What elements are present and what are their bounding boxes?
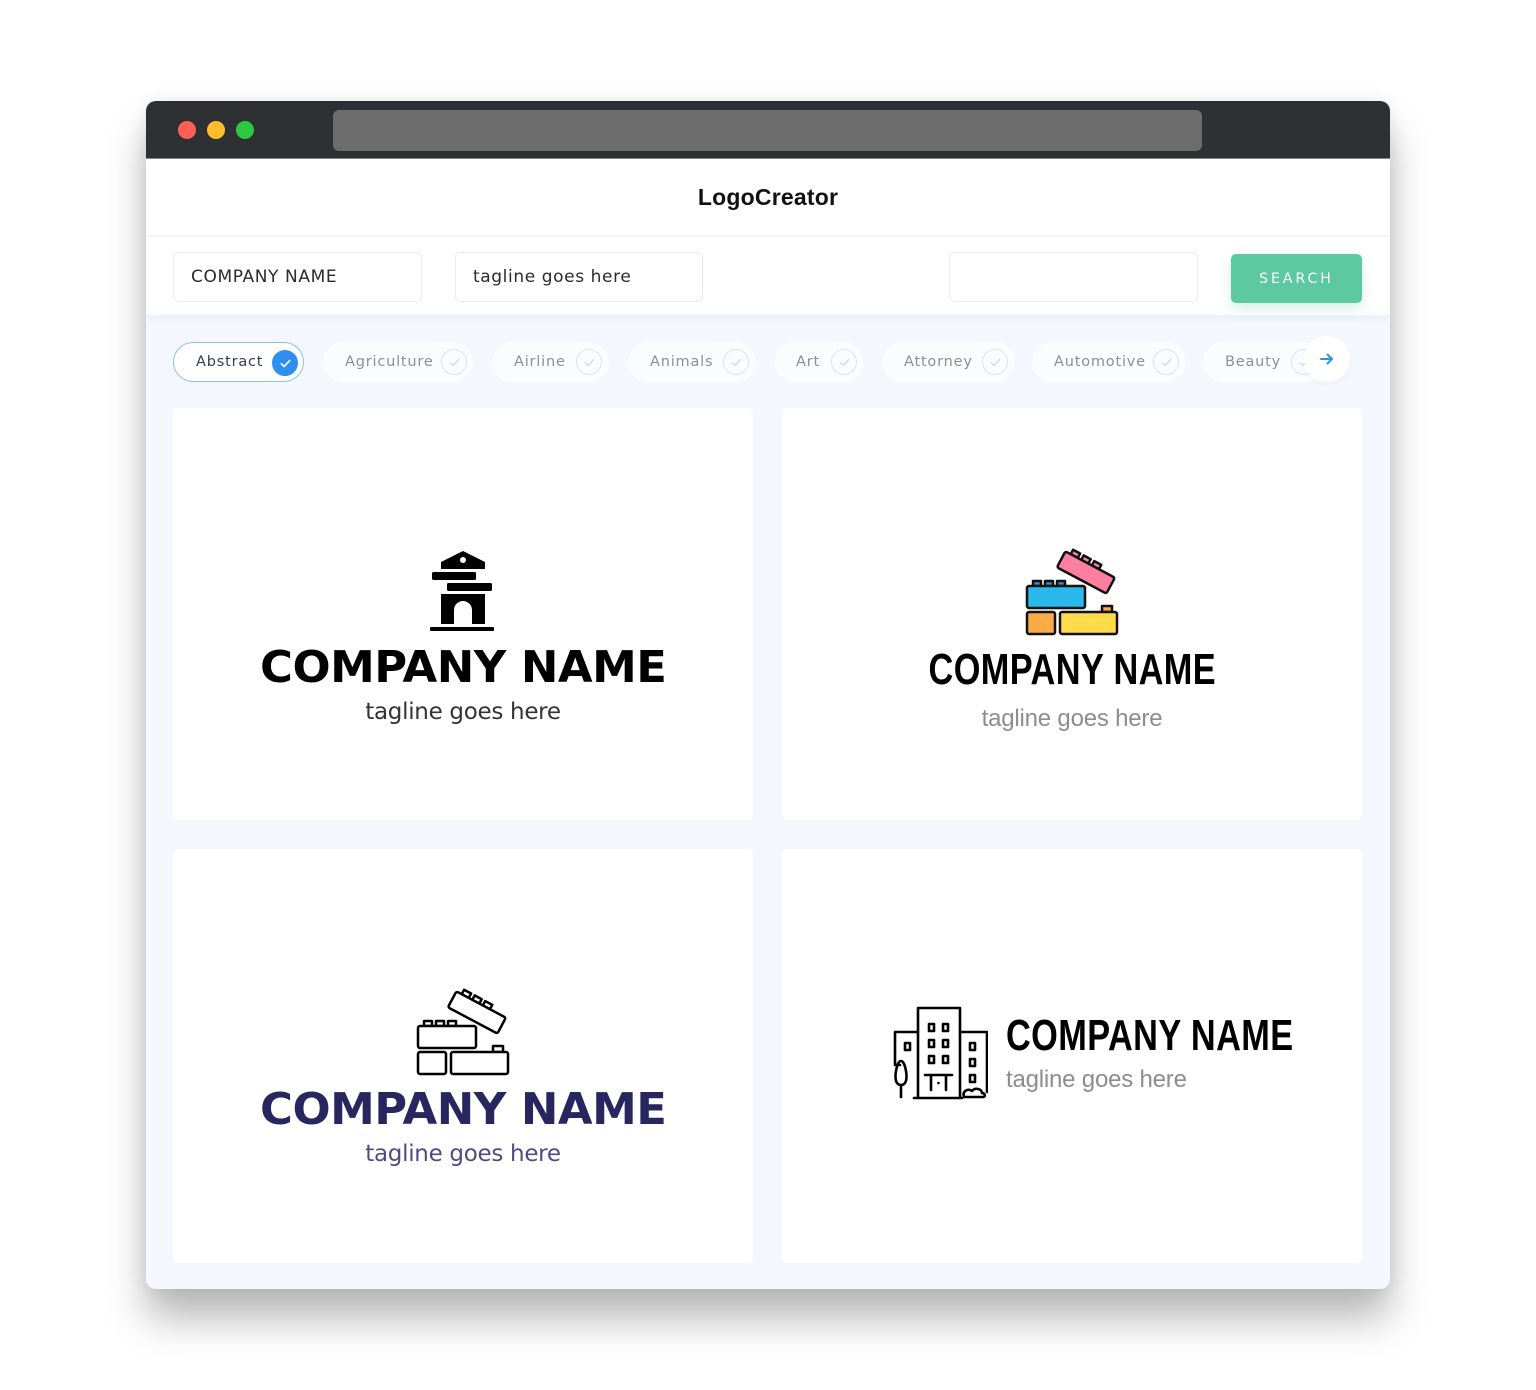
search-button[interactable]: SEARCH	[1231, 254, 1362, 303]
company-name-text: COMPANY NAME	[259, 642, 667, 693]
category-chip-automotive[interactable]: Automotive	[1032, 342, 1186, 382]
category-label: Attorney	[904, 354, 973, 370]
brand-logo[interactable]: LogoCreator	[698, 184, 838, 211]
logo-preview: COMPANY NAME tagline goes here	[173, 548, 753, 724]
logo-preview: COMPANY NAME tagline goes here	[173, 984, 753, 1166]
logo-card[interactable]: COMPANY NAME tagline goes here	[173, 408, 753, 820]
close-window-button[interactable]	[178, 121, 196, 139]
check-icon	[441, 349, 467, 375]
keyword-input[interactable]	[949, 252, 1198, 302]
tagline-text: tagline goes here	[981, 705, 1163, 732]
category-label: Beauty	[1225, 354, 1282, 370]
category-label: Airline	[514, 354, 566, 370]
company-name-text: COMPANY NAME	[259, 1084, 667, 1135]
city-buildings-icon	[893, 1006, 988, 1100]
category-chip-art[interactable]: Art	[774, 342, 863, 382]
category-chip-attorney[interactable]: Attorney	[882, 342, 1015, 382]
check-icon	[272, 350, 298, 376]
logo-card[interactable]: COMPANY NAME tagline goes here	[173, 849, 753, 1263]
category-label: Animals	[650, 354, 714, 370]
category-chip-abstract[interactable]: Abstract	[173, 342, 304, 382]
app-header: LogoCreator	[146, 159, 1390, 236]
outline-bricks-icon	[416, 988, 510, 1076]
check-icon	[723, 349, 749, 375]
maximize-window-button[interactable]	[236, 121, 254, 139]
tagline-input[interactable]	[455, 252, 703, 302]
next-categories-button[interactable]	[1304, 336, 1350, 382]
company-name-text: COMPANY NAME	[1006, 1011, 1294, 1060]
logo-preview: COMPANY NAME tagline goes here	[892, 1005, 1346, 1101]
title-bar	[146, 101, 1390, 159]
tagline-text: tagline goes here	[365, 699, 561, 725]
category-chip-airline[interactable]: Airline	[492, 342, 609, 382]
category-label: Art	[796, 354, 820, 370]
logo-card[interactable]: COMPANY NAME tagline goes here	[782, 408, 1362, 820]
browser-window: LogoCreator SEARCH Abstract Agriculture …	[146, 101, 1390, 1289]
category-label: Agriculture	[345, 354, 434, 370]
check-icon	[576, 349, 602, 375]
search-bar: SEARCH	[146, 237, 1390, 315]
colored-bricks-icon	[1025, 548, 1119, 636]
tagline-text: tagline goes here	[1006, 1066, 1187, 1093]
monument-arch-icon	[430, 551, 494, 631]
category-chip-animals[interactable]: Animals	[628, 342, 756, 382]
check-icon	[982, 349, 1008, 375]
address-bar[interactable]	[333, 110, 1202, 151]
category-label: Automotive	[1054, 354, 1146, 370]
minimize-window-button[interactable]	[207, 121, 225, 139]
tagline-text: tagline goes here	[365, 1141, 561, 1167]
logo-preview: COMPANY NAME tagline goes here	[782, 544, 1362, 731]
company-name-input[interactable]	[173, 252, 422, 302]
category-chip-agriculture[interactable]: Agriculture	[323, 342, 473, 382]
category-filter: Abstract Agriculture Airline Animals Art	[173, 336, 1353, 382]
arrow-right-icon	[1320, 353, 1333, 365]
logo-card[interactable]: COMPANY NAME tagline goes here	[782, 849, 1362, 1263]
company-name-text: COMPANY NAME	[928, 645, 1216, 694]
category-label: Abstract	[196, 354, 264, 370]
check-icon	[831, 349, 857, 375]
check-icon	[1153, 349, 1179, 375]
